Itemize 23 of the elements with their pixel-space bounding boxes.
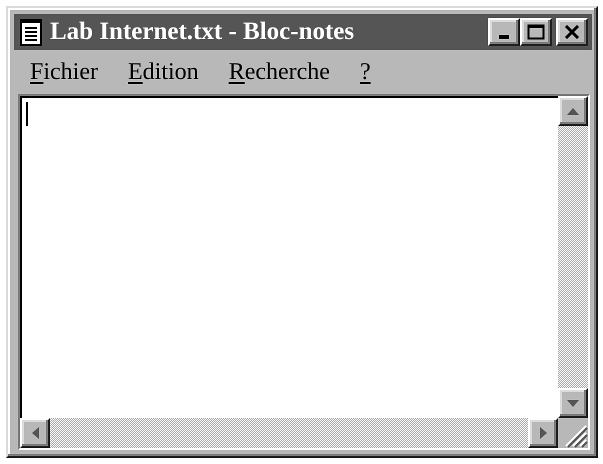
scroll-right-button[interactable]	[528, 418, 558, 448]
left-arrow-icon	[32, 427, 38, 439]
window-title: Lab Internet.txt - Bloc-notes	[50, 18, 356, 46]
down-arrow-icon	[567, 400, 579, 406]
menu-item[interactable]: Recherche	[214, 56, 344, 88]
scroll-down-button[interactable]	[558, 388, 588, 418]
menu-item[interactable]: Fichier	[16, 56, 112, 88]
horizontal-scrollbar[interactable]	[20, 418, 558, 448]
text-cursor	[26, 102, 28, 126]
close-icon	[564, 25, 580, 39]
scroll-left-button[interactable]	[20, 418, 50, 448]
right-arrow-icon	[540, 427, 546, 439]
minimize-button[interactable]	[488, 18, 520, 46]
vertical-scrollbar[interactable]	[558, 96, 588, 418]
notepad-icon[interactable]	[20, 18, 42, 46]
menu-item[interactable]: Edition	[114, 56, 213, 88]
minimize-icon	[499, 35, 509, 39]
close-button[interactable]	[556, 18, 588, 46]
maximize-icon	[527, 24, 545, 40]
scroll-up-button[interactable]	[558, 96, 588, 126]
up-arrow-icon	[567, 108, 579, 114]
menu-item[interactable]: ?	[346, 56, 385, 88]
maximize-button[interactable]	[520, 18, 552, 46]
